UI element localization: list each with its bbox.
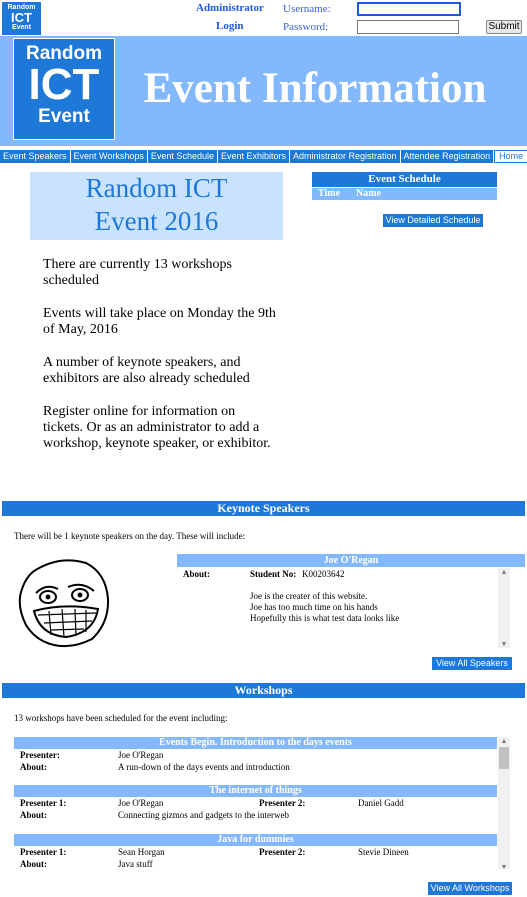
logo-small-line3: Event (11, 24, 32, 31)
presenter2-value: Stevie Dineen (358, 847, 409, 857)
view-all-workshops-button[interactable]: View All Workshops (428, 882, 512, 895)
workshops-list: Events Begin. Introduction to the days e… (14, 737, 497, 869)
presenter-value: Joe O'Regan (118, 750, 164, 760)
trollface-image (18, 559, 110, 648)
workshop-title: Events Begin. Introduction to the days e… (14, 737, 497, 749)
workshops-heading: Workshops (2, 683, 525, 698)
presenter-label: Presenter 1: (20, 847, 67, 857)
intro-paragraph-3: A number of keynote speakers, and exhibi… (43, 355, 250, 386)
schedule-columns: Time Name (312, 188, 497, 200)
speaker-name: Joe O'Regan (177, 554, 525, 567)
nav-administrator-registration[interactable]: Administrator Registration (290, 150, 401, 163)
student-no-label: Student No: (250, 569, 297, 579)
submit-button[interactable]: Submit (486, 20, 522, 34)
event-title-line2: Event 2016 (94, 206, 219, 236)
event-title-box: Random ICT Event 2016 (30, 172, 283, 240)
nav-event-schedule[interactable]: Event Schedule (148, 150, 218, 163)
nav-home[interactable]: Home (494, 150, 527, 163)
presenter-value: Joe O'Regan (118, 798, 164, 808)
speakers-intro: There will be 1 keynote speakers on the … (14, 531, 246, 541)
nav-event-exhibitors[interactable]: Event Exhibitors (218, 150, 290, 163)
scroll-thumb[interactable] (499, 747, 509, 769)
logo-small-line2: ICT (11, 10, 32, 25)
about-value: Connecting gizmos and gadgets to the int… (118, 810, 289, 820)
logo-line3: Event (38, 106, 90, 127)
presenter2-label: Presenter 2: (259, 798, 306, 808)
nav-event-workshops[interactable]: Event Workshops (71, 150, 148, 163)
speaker-about-label: About: (183, 569, 211, 579)
scroll-down-icon[interactable]: ▼ (498, 863, 510, 871)
presenter2-value: Daniel Gadd (358, 798, 404, 808)
intro-paragraph-4: Register online for information on ticke… (43, 404, 271, 451)
about-label: About: (20, 810, 48, 820)
keynote-speakers-heading: Keynote Speakers (2, 501, 525, 516)
speaker-line-2: Joe has too much time on his hands (250, 602, 378, 612)
page-title: Event Information (143, 65, 487, 112)
workshop-title: Java for dummies (14, 834, 497, 846)
nav-event-speakers[interactable]: Event Speakers (0, 150, 71, 163)
speaker-scrollbar[interactable]: ▲ ▼ (498, 568, 510, 648)
presenter-label: Presenter: (20, 750, 60, 760)
site-logo[interactable]: Random ICT Event (13, 38, 115, 140)
password-input[interactable] (357, 20, 459, 34)
administrator-label: Administrator (196, 2, 264, 14)
scroll-up-icon[interactable]: ▲ (498, 737, 510, 745)
student-no-value: K00203642 (302, 569, 345, 579)
workshops-scrollbar[interactable]: ▲ ▼ (498, 737, 510, 871)
presenter-label: Presenter 1: (20, 798, 67, 808)
schedule-col-name: Name (356, 188, 381, 199)
presenter-value: Sean Horgan (118, 847, 165, 857)
schedule-col-time: Time (318, 188, 341, 199)
view-all-speakers-button[interactable]: View All Speakers (432, 657, 512, 670)
workshop-title: The internet of things (14, 785, 497, 797)
speaker-line-3: Hopefully this is what test data looks l… (250, 613, 400, 623)
password-label: Password: (283, 21, 329, 33)
intro-paragraph-1: There are currently 13 workshops schedul… (43, 257, 232, 288)
event-title-line1: Random ICT (85, 173, 228, 203)
username-input[interactable] (357, 2, 461, 16)
nav-attendee-registration[interactable]: Attendee Registration (401, 150, 495, 163)
about-label: About: (20, 859, 48, 869)
main-nav: Event Speakers Event Workshops Event Sch… (0, 150, 527, 163)
username-label: Username: (283, 3, 331, 15)
view-detailed-schedule-button[interactable]: View Detailed Schedule (383, 214, 483, 227)
speaker-line-1: Joe is the creater of this website. (250, 591, 368, 601)
about-value: A run-down of the days events and introd… (118, 762, 290, 772)
about-value: Java stuff (118, 859, 153, 869)
workshops-intro: 13 workshops have been scheduled for the… (14, 713, 228, 723)
schedule-heading: Event Schedule (312, 172, 497, 187)
presenter2-label: Presenter 2: (259, 847, 306, 857)
login-link[interactable]: Login (216, 20, 244, 32)
about-label: About: (20, 762, 48, 772)
intro-paragraph-2: Events will take place on Monday the 9th… (43, 306, 276, 337)
site-logo-small[interactable]: Random ICT Event (2, 2, 41, 35)
logo-line2: ICT (28, 60, 100, 109)
scroll-down-icon[interactable]: ▼ (498, 640, 510, 648)
scroll-up-icon[interactable]: ▲ (498, 568, 510, 576)
